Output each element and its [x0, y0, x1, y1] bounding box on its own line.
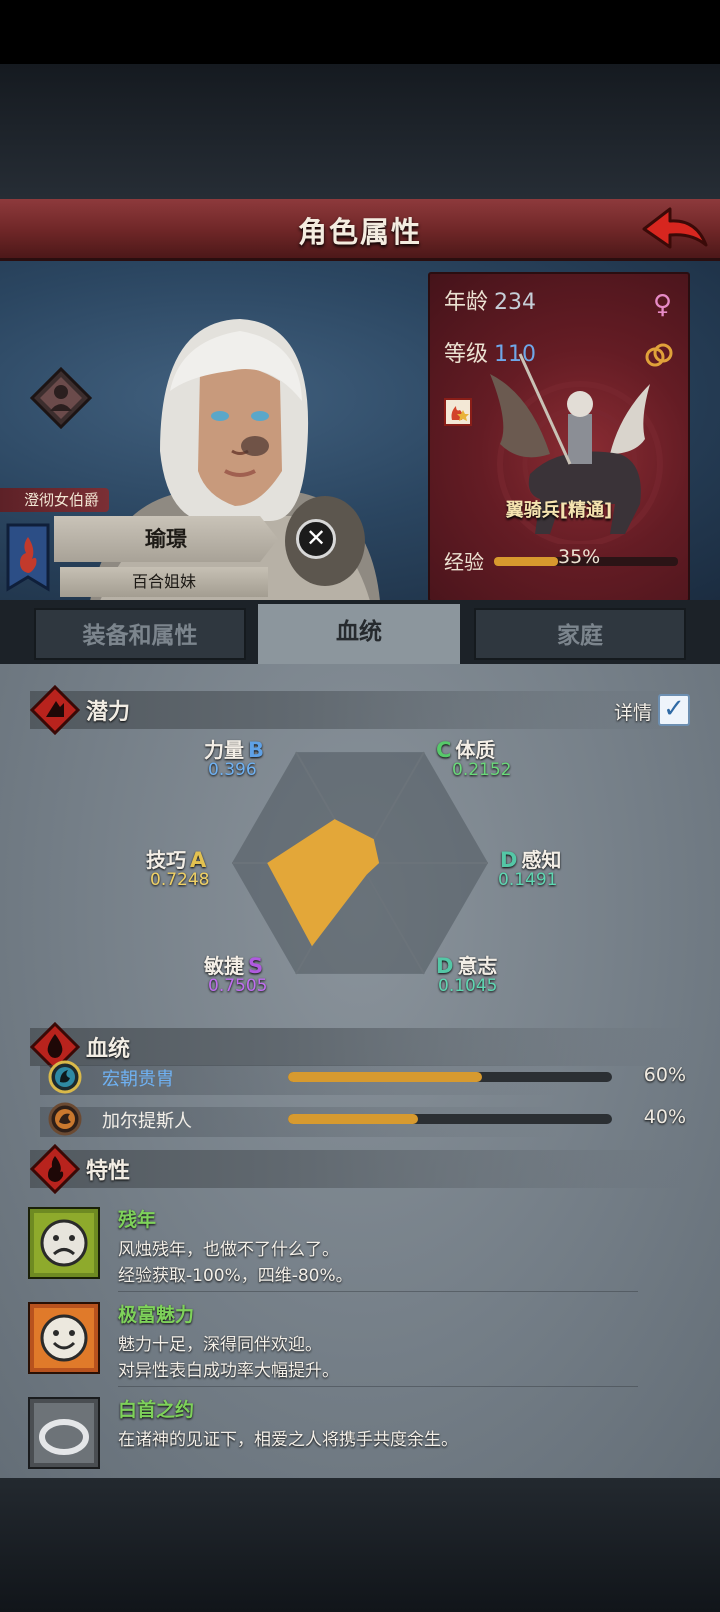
bloodline-title: 血统	[86, 1037, 131, 1062]
stat-strength-value: 0.396	[208, 760, 257, 780]
stat-strength: 力量 B	[204, 734, 268, 763]
trait-description: 魅力十足，深得同伴欢迎。	[118, 1335, 322, 1355]
house-banner-icon[interactable]	[6, 523, 50, 593]
bloodline-row[interactable]: 加尔提斯人 40%	[48, 1102, 688, 1136]
age-label: 年龄	[444, 290, 489, 315]
status-bar-area	[0, 0, 720, 64]
exp-progress-fill	[494, 557, 559, 566]
age-row: 年龄 234	[444, 284, 536, 316]
wedding-ring-icon	[28, 1397, 100, 1469]
bloodline-bar-fill	[288, 1072, 483, 1082]
divider	[118, 1291, 638, 1292]
bloodline-percent: 60%	[643, 1064, 686, 1086]
dismiss-button[interactable]: ✕	[296, 519, 336, 559]
stat-will-label: 意志	[457, 954, 498, 978]
trait-name: 残年	[118, 1209, 157, 1231]
age-value: 234	[494, 290, 537, 315]
stat-skill-grade: A	[190, 848, 207, 872]
unit-card: 年龄 234 ♀ 等级 110 翼骑兵[精通] 经验 35%	[428, 272, 690, 601]
exp-label: 经验	[444, 550, 484, 574]
potential-title: 潜力	[86, 700, 131, 725]
traits-title: 特性	[86, 1159, 131, 1184]
happy-face-icon	[28, 1302, 100, 1374]
bloodline-content: 潜力 详情 ✓ 力量 B 0.396 C 体质 0.2152 技巧 A 0.7248 …	[0, 664, 720, 1478]
detail-label: 详情	[613, 702, 652, 724]
galtis-icon	[48, 1102, 82, 1136]
trait-effect: 经验获取-100%，四维-80%。	[118, 1266, 353, 1286]
trait-description: 在诸神的见证下，相爱之人将携手共度余生。	[118, 1430, 458, 1450]
bottom-backdrop	[0, 1478, 720, 1612]
stat-agility-label: 敏捷	[204, 954, 244, 978]
stat-strength-label: 力量	[204, 738, 244, 762]
tab-bar: 装备和属性 血统 家庭	[0, 600, 720, 664]
stat-strength-grade: B	[248, 738, 265, 762]
stat-skill-value: 0.7248	[150, 870, 210, 890]
sad-face-icon	[28, 1207, 100, 1279]
bloodline-bar	[288, 1072, 612, 1082]
page-title: 角色属性	[297, 215, 422, 249]
top-backdrop	[0, 64, 720, 199]
tab-equipment[interactable]: 装备和属性	[34, 608, 246, 660]
stat-will-value: 0.1045	[438, 976, 498, 996]
bloodline-name: 宏朝贵胄	[102, 1069, 174, 1090]
bloodline-bar-fill	[288, 1114, 418, 1124]
trait-item[interactable]: 白首之约 在诸神的见证下，相爱之人将携手共度余生。	[28, 1397, 688, 1478]
flame-icon	[30, 1144, 80, 1194]
portrait-panel: 澄彻女伯爵 瑜璟 ✕ 百合姐妹 年龄 234 ♀ 等级 110 翼骑兵[精通] …	[0, 261, 720, 601]
exp-percent: 35%	[558, 546, 601, 568]
potential-section-header: 潜力	[30, 685, 690, 735]
stat-constitution-label: 体质	[455, 738, 496, 762]
character-name: 瑜璟	[54, 516, 278, 562]
unit-trait-icon[interactable]	[444, 398, 472, 426]
stat-agility-grade: S	[248, 954, 264, 978]
imperial-noble-icon	[48, 1060, 82, 1094]
traits-section-header: 特性	[30, 1144, 690, 1194]
stat-agility: 敏捷 S	[204, 950, 267, 979]
bloodline-name: 加尔提斯人	[102, 1111, 192, 1132]
trait-effect: 对异性表白成功率大幅提升。	[118, 1361, 339, 1381]
stat-skill-label: 技巧	[146, 848, 186, 872]
stat-perception-value: 0.1491	[498, 870, 558, 890]
trait-description: 风烛残年，也做不了什么了。	[118, 1240, 339, 1260]
tab-bloodline[interactable]: 血统	[258, 604, 460, 664]
stat-will-grade: D	[436, 954, 454, 978]
stat-perception-label: 感知	[521, 848, 562, 872]
unit-name: 翼骑兵[精通]	[505, 500, 613, 521]
stat-constitution-grade: C	[436, 738, 452, 762]
trait-name: 极富魅力	[118, 1304, 195, 1326]
trait-item[interactable]: 残年 风烛残年，也做不了什么了。 经验获取-100%，四维-80%。	[28, 1207, 688, 1297]
back-arrow-icon[interactable]	[640, 203, 710, 257]
stat-agility-value: 0.7505	[208, 976, 268, 996]
house-name: 百合姐妹	[60, 567, 268, 597]
bloodline-bar	[288, 1114, 612, 1124]
header-bar: 角色属性	[0, 199, 720, 261]
potential-icon	[30, 685, 80, 735]
female-gender-icon: ♀	[652, 290, 672, 320]
stat-will: D 意志	[432, 950, 497, 979]
stat-perception-grade: D	[500, 848, 518, 872]
bloodline-percent: 40%	[643, 1106, 686, 1128]
stat-perception: D 感知	[496, 844, 561, 873]
tab-family[interactable]: 家庭	[474, 608, 686, 660]
stat-skill: 技巧 A	[146, 844, 210, 873]
trait-item[interactable]: 极富魅力 魅力十足，深得同伴欢迎。 对异性表白成功率大幅提升。	[28, 1302, 688, 1392]
divider	[118, 1386, 638, 1387]
stat-constitution: C 体质	[432, 734, 495, 763]
noble-title-badge: 澄彻女伯爵	[0, 488, 110, 512]
stat-constitution-value: 0.2152	[452, 760, 512, 780]
bloodline-row[interactable]: 宏朝贵胄 60%	[48, 1060, 688, 1094]
detail-checkbox[interactable]: ✓	[658, 694, 690, 726]
trait-name: 白首之约	[118, 1399, 195, 1421]
